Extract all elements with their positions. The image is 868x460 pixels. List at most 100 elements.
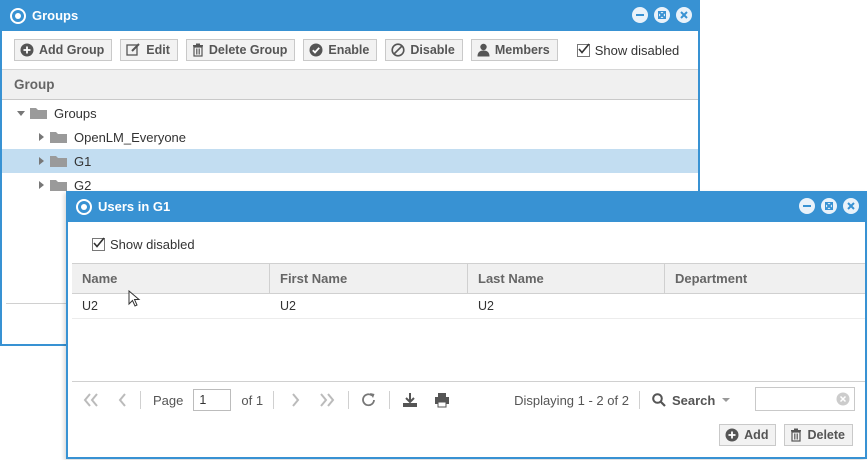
print-icon[interactable] bbox=[434, 392, 450, 408]
groups-toolbar: Add Group Edit Delete Group Enable Disab… bbox=[2, 31, 698, 69]
show-disabled-label: Show disabled bbox=[594, 42, 680, 58]
pager-separator bbox=[273, 391, 275, 409]
users-title-bar[interactable]: Users in G1 bbox=[68, 191, 865, 222]
group-column-label: Group bbox=[14, 77, 55, 92]
tree-node-label: OpenLM_Everyone bbox=[74, 129, 187, 145]
download-icon[interactable] bbox=[402, 392, 418, 408]
add-button[interactable]: Add bbox=[719, 424, 777, 446]
cell-department bbox=[665, 293, 865, 318]
delete-label: Delete bbox=[807, 428, 845, 442]
check-circle-icon bbox=[309, 43, 323, 57]
add-group-label: Add Group bbox=[39, 43, 105, 57]
checkbox-checked-icon bbox=[92, 237, 105, 251]
pager-separator bbox=[638, 391, 640, 409]
delete-button[interactable]: Delete bbox=[784, 424, 853, 446]
tree-node-openlm-everyone[interactable]: OpenLM_Everyone bbox=[2, 125, 698, 149]
members-label: Members bbox=[494, 43, 550, 57]
page-number-input[interactable] bbox=[193, 389, 232, 411]
mouse-cursor-icon bbox=[128, 290, 141, 307]
column-header-name[interactable]: Name bbox=[72, 264, 270, 293]
collapsed-arrow-icon[interactable] bbox=[36, 132, 46, 142]
pager-separator bbox=[140, 391, 141, 409]
previous-page-icon[interactable] bbox=[116, 392, 128, 408]
page-count-label: of 1 bbox=[241, 392, 264, 408]
enable-label: Enable bbox=[328, 43, 370, 57]
clear-search-icon[interactable] bbox=[836, 392, 850, 406]
ban-icon bbox=[391, 43, 405, 57]
column-label: Last Name bbox=[478, 271, 544, 286]
tree-node-label: G1 bbox=[74, 153, 92, 169]
page-label: Page bbox=[153, 392, 184, 408]
users-show-disabled-checkbox[interactable]: Show disabled bbox=[92, 237, 195, 252]
users-show-disabled-label: Show disabled bbox=[110, 237, 195, 252]
folder-icon bbox=[30, 106, 48, 120]
show-disabled-checkbox[interactable]: Show disabled bbox=[576, 42, 680, 58]
cell-first-name: U2 bbox=[280, 298, 296, 313]
tree-node-label: Groups bbox=[54, 105, 97, 121]
folder-icon bbox=[50, 154, 68, 168]
displaying-info: Displaying 1 - 2 of 2 bbox=[514, 392, 629, 408]
plus-circle-icon bbox=[20, 43, 34, 57]
column-header-first-name[interactable]: First Name bbox=[270, 264, 468, 293]
search-input[interactable] bbox=[755, 387, 855, 411]
folder-icon bbox=[50, 130, 68, 144]
group-tree: Groups OpenLM_Everyone G1 G2 bbox=[2, 100, 698, 197]
edit-label: Edit bbox=[146, 43, 170, 57]
groups-window-title: Groups bbox=[32, 8, 79, 23]
disable-button[interactable]: Disable bbox=[385, 39, 463, 61]
delete-group-label: Delete Group bbox=[208, 43, 288, 57]
users-window-title: Users in G1 bbox=[98, 199, 171, 214]
close-icon[interactable] bbox=[676, 7, 692, 23]
group-column-header[interactable]: Group bbox=[2, 69, 698, 100]
add-group-button[interactable]: Add Group bbox=[14, 39, 113, 61]
search-menu-button[interactable]: Search bbox=[652, 393, 731, 408]
folder-icon bbox=[50, 178, 68, 192]
table-row[interactable]: U2 U2 U2 bbox=[72, 293, 865, 319]
delete-group-button[interactable]: Delete Group bbox=[185, 39, 296, 61]
search-icon bbox=[652, 393, 666, 407]
minimize-icon[interactable] bbox=[799, 198, 815, 214]
close-icon[interactable] bbox=[843, 198, 859, 214]
minimize-icon[interactable] bbox=[632, 7, 648, 23]
pager-separator bbox=[389, 391, 391, 409]
pagination-toolbar: Page of 1 Displaying 1 - 2 of 2 Search bbox=[72, 381, 865, 418]
tree-node-g1[interactable]: G1 bbox=[2, 149, 698, 173]
add-label: Add bbox=[744, 428, 769, 442]
column-label: First Name bbox=[280, 271, 348, 286]
first-page-icon[interactable] bbox=[82, 392, 100, 408]
trash-icon bbox=[192, 43, 204, 57]
maximize-icon[interactable] bbox=[821, 198, 837, 214]
disable-label: Disable bbox=[410, 43, 455, 57]
refresh-icon[interactable] bbox=[361, 392, 377, 408]
edit-icon bbox=[126, 43, 141, 57]
collapsed-arrow-icon[interactable] bbox=[36, 156, 46, 166]
edit-button[interactable]: Edit bbox=[120, 39, 178, 61]
column-header-last-name[interactable]: Last Name bbox=[468, 264, 665, 293]
column-header-department[interactable]: Department bbox=[665, 264, 865, 293]
column-label: Name bbox=[82, 271, 118, 286]
users-footer-buttons: Add Delete bbox=[719, 424, 853, 446]
next-page-icon[interactable] bbox=[290, 392, 302, 408]
users-window: Users in G1 Show disabled Name First Nam… bbox=[66, 191, 867, 459]
search-label: Search bbox=[671, 392, 716, 408]
enable-button[interactable]: Enable bbox=[303, 39, 378, 61]
cell-name: U2 bbox=[82, 298, 98, 313]
users-grid-header: Name First Name Last Name Department bbox=[72, 263, 865, 294]
checkbox-checked-icon bbox=[576, 42, 590, 57]
tree-node-groups[interactable]: Groups bbox=[2, 101, 698, 125]
plus-circle-icon bbox=[725, 428, 739, 442]
chevron-down-icon bbox=[722, 398, 731, 402]
user-icon bbox=[477, 43, 490, 57]
app-logo-icon bbox=[76, 198, 92, 215]
column-label: Department bbox=[675, 271, 748, 286]
last-page-icon[interactable] bbox=[318, 392, 336, 408]
maximize-icon[interactable] bbox=[654, 7, 670, 23]
expanded-arrow-icon[interactable] bbox=[16, 108, 26, 118]
groups-title-bar[interactable]: Groups bbox=[2, 0, 698, 31]
app-logo-icon bbox=[10, 7, 26, 24]
pager-separator bbox=[348, 391, 350, 409]
cell-last-name: U2 bbox=[478, 298, 494, 313]
members-button[interactable]: Members bbox=[470, 39, 558, 61]
collapsed-arrow-icon[interactable] bbox=[36, 180, 46, 190]
trash-icon bbox=[790, 428, 802, 442]
